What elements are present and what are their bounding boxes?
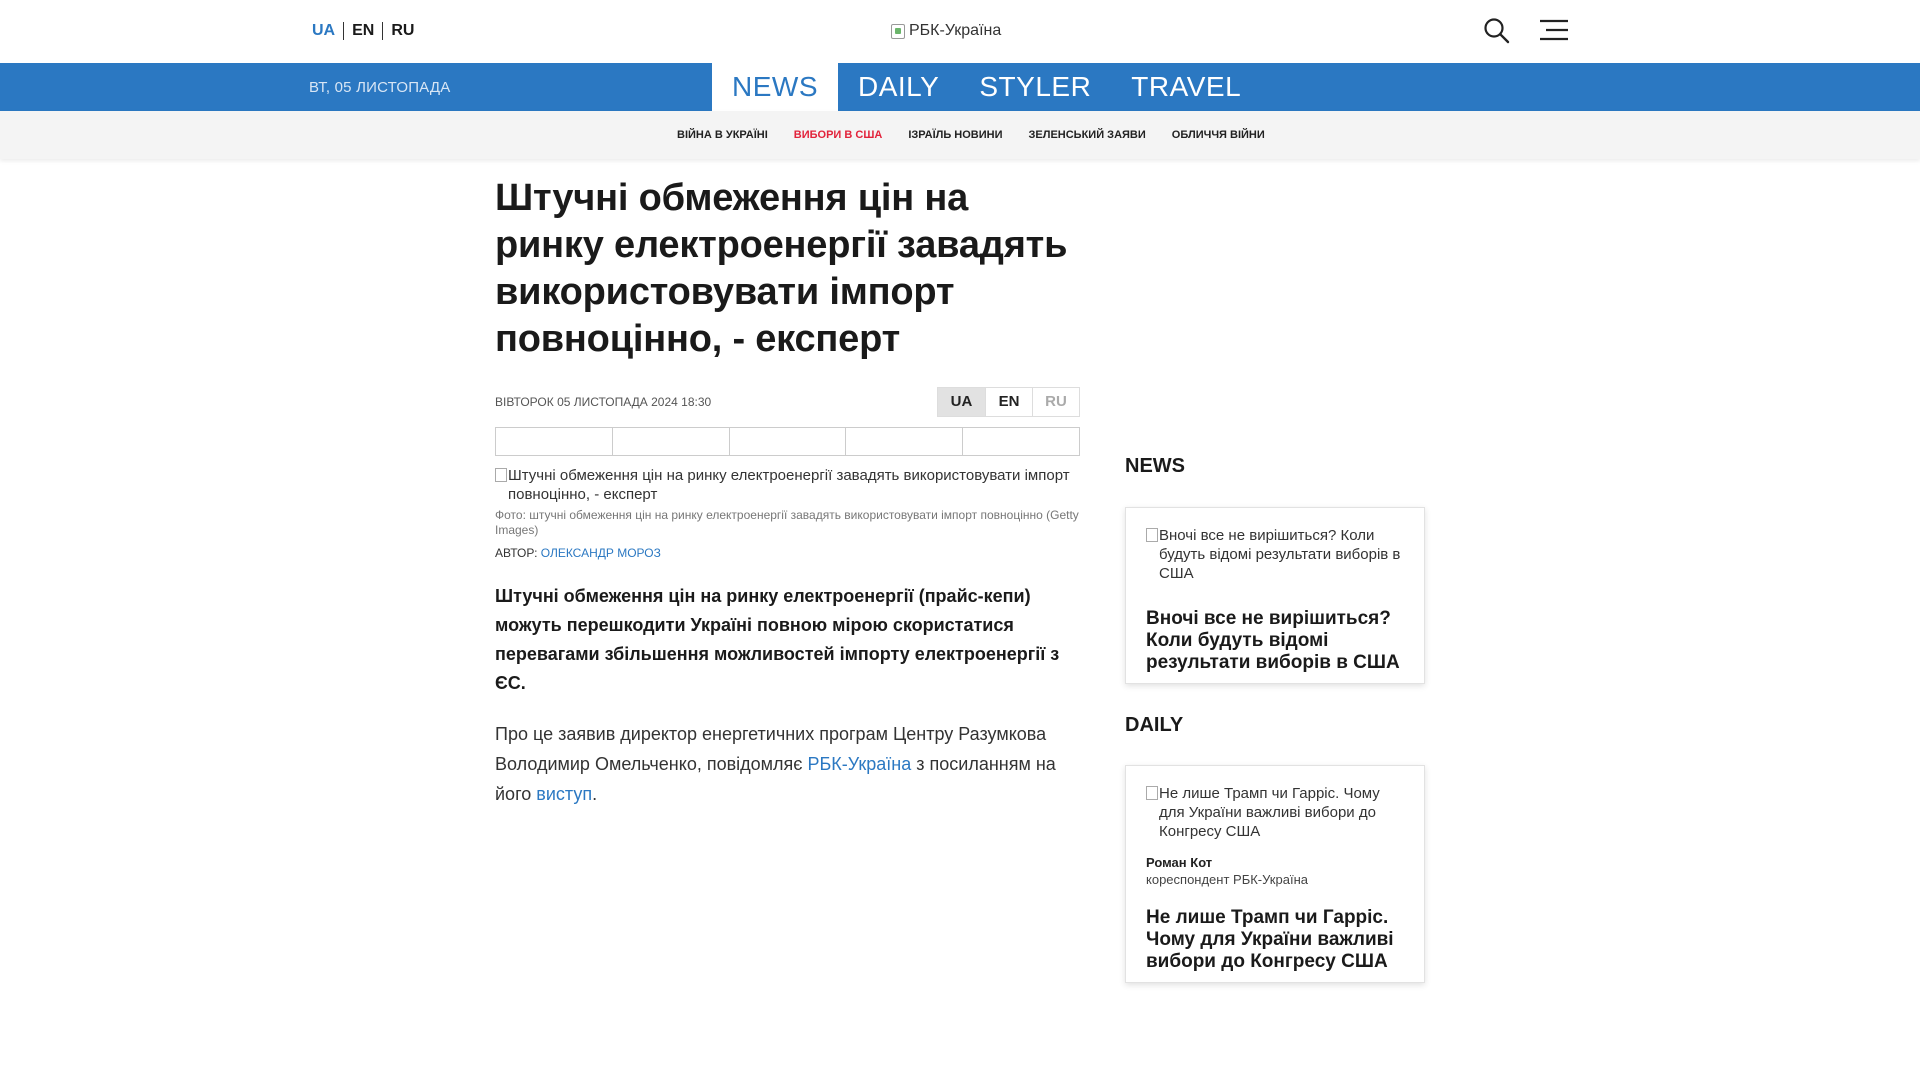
news-card-image: Вночі все не вирішиться? Коли будуть від…	[1146, 526, 1404, 583]
daily-card-image: Не лише Трамп чи Гарріс. Чому для Україн…	[1146, 784, 1404, 841]
daily-card-image-alt: Не лише Трамп чи Гарріс. Чому для Україн…	[1159, 785, 1380, 840]
tab-daily[interactable]: DAILY	[838, 63, 959, 111]
article: Штучні обмеження цін на ринку електроене…	[495, 175, 1080, 809]
tab-news[interactable]: NEWS	[712, 63, 838, 111]
daily-card-title[interactable]: Не лише Трамп чи Гарріс. Чому для Україн…	[1146, 907, 1404, 973]
tag-faces-of-war[interactable]: ОБЛИЧЧЯ ВІЙНИ	[1172, 129, 1265, 141]
broken-image-icon	[495, 468, 507, 482]
sidebar-news-heading[interactable]: NEWS	[1125, 455, 1185, 478]
tab-styler[interactable]: STYLER	[959, 63, 1111, 111]
broken-image-icon	[891, 23, 905, 39]
article-paragraph: Про це заявив директор енергетичних прог…	[495, 719, 1080, 809]
article-image: Штучні обмеження цін на ринку електроене…	[495, 466, 1080, 504]
logo-alt-text: РБК-Україна	[909, 22, 1002, 39]
daily-card[interactable]: Не лише Трамп чи Гарріс. Чому для Україн…	[1125, 765, 1425, 983]
article-lang-ua[interactable]: UA	[938, 388, 985, 416]
image-caption: Фото: штучні обмеження цін на ринку елек…	[495, 508, 1079, 537]
search-button[interactable]	[1482, 16, 1512, 46]
share-button[interactable]	[845, 428, 962, 455]
current-date: ВТ, 05 ЛИСТОПАДА	[309, 79, 451, 96]
hot-tags: ВІЙНА В УКРАЇНІ ВИБОРИ В США ІЗРАЇЛЬ НОВ…	[677, 129, 1265, 141]
article-headline: Штучні обмеження цін на ринку електроене…	[495, 177, 1068, 360]
paragraph-text: .	[592, 784, 598, 804]
article-author: АВТОР: ОЛЕКСАНДР МОРОЗ	[495, 546, 1080, 560]
speech-link[interactable]: виступ	[536, 784, 592, 804]
share-button[interactable]	[496, 428, 612, 455]
tab-travel[interactable]: TRAVEL	[1111, 63, 1261, 111]
language-switcher: UA EN RU	[312, 22, 422, 40]
share-buttons	[495, 427, 1080, 456]
news-card-image-alt: Вночі все не вирішиться? Коли будуть від…	[1159, 527, 1401, 582]
section-nav-bar: ВТ, 05 ЛИСТОПАДА NEWS DAILY STYLER TRAVE…	[0, 63, 1920, 111]
article-lang-ru[interactable]: RU	[1032, 388, 1079, 416]
search-icon	[1484, 18, 1510, 44]
lang-en-link[interactable]: EN	[343, 22, 382, 40]
article-meta: ВІВТОРОК 05 ЛИСТОПАДА 2024 18:30 UA EN R…	[495, 387, 1080, 417]
article-lang-en[interactable]: EN	[985, 388, 1032, 416]
hamburger-menu-icon	[1540, 19, 1568, 41]
publish-date: ВІВТОРОК 05 ЛИСТОПАДА 2024 18:30	[495, 395, 712, 409]
broken-image-icon	[1146, 786, 1158, 800]
lang-ru-link[interactable]: RU	[382, 22, 422, 40]
hot-tags-bar: ВІЙНА В УКРАЇНІ ВИБОРИ В США ІЗРАЇЛЬ НОВ…	[0, 111, 1920, 159]
tag-us-elections[interactable]: ВИБОРИ В США	[794, 129, 883, 141]
broken-image-icon	[1146, 528, 1158, 542]
daily-card-author-role: кореспондент РБК-Україна	[1146, 872, 1308, 887]
menu-button[interactable]	[1540, 18, 1568, 42]
section-tabs: NEWS DAILY STYLER TRAVEL	[712, 63, 1261, 111]
news-card[interactable]: Вночі все не вирішиться? Коли будуть від…	[1125, 507, 1425, 684]
article-language-switcher: UA EN RU	[937, 387, 1080, 417]
daily-card-author[interactable]: Роман Кот	[1146, 855, 1404, 870]
lang-ua-link[interactable]: UA	[312, 22, 343, 40]
tag-israel-news[interactable]: ІЗРАЇЛЬ НОВИНИ	[908, 129, 1002, 141]
sidebar-daily-heading[interactable]: DAILY	[1125, 714, 1183, 737]
tag-war-in-ukraine[interactable]: ВІЙНА В УКРАЇНІ	[677, 129, 768, 141]
share-button[interactable]	[728, 428, 846, 455]
top-header: UA EN RU РБК-Україна	[0, 0, 1920, 63]
share-button[interactable]	[611, 428, 729, 455]
article-lead: Штучні обмеження цін на ринку електроене…	[495, 586, 1060, 693]
news-card-title[interactable]: Вночі все не вирішиться? Коли будуть від…	[1146, 608, 1404, 674]
article-image-alt: Штучні обмеження цін на ринку електроене…	[508, 467, 1070, 503]
tag-zelensky-statements[interactable]: ЗЕЛЕНСЬКИЙ ЗАЯВИ	[1029, 129, 1146, 141]
author-link[interactable]: ОЛЕКСАНДР МОРОЗ	[541, 546, 661, 560]
source-link[interactable]: РБК-Україна	[807, 754, 911, 774]
share-button[interactable]	[962, 428, 1079, 455]
site-logo[interactable]: РБК-Україна	[891, 22, 1001, 40]
author-label: АВТОР:	[495, 546, 538, 560]
